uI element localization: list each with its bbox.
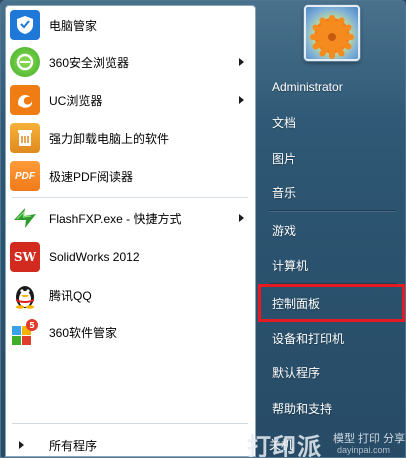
program-item-uninstaller[interactable]: 强力卸载电脑上的软件: [7, 121, 254, 155]
right-item-label: 帮助和支持: [272, 401, 333, 416]
program-item-uc-browser[interactable]: UC浏览器: [7, 83, 254, 117]
right-item-administrator[interactable]: Administrator: [267, 73, 399, 101]
qq-penguin-icon: [10, 280, 40, 310]
program-item-pc-manager[interactable]: 电脑管家: [7, 8, 254, 42]
submenu-arrow-icon[interactable]: [239, 214, 244, 222]
program-item-360-browser[interactable]: 360安全浏览器: [7, 45, 254, 79]
right-item-label: 设备和打印机: [272, 331, 345, 346]
program-item-qq[interactable]: 腾讯QQ: [7, 278, 254, 312]
all-programs-button[interactable]: 所有程序: [7, 433, 254, 457]
flashfxp-icon: [10, 203, 40, 233]
submenu-arrow-icon[interactable]: [239, 58, 244, 66]
right-item-label: 游戏: [272, 223, 297, 238]
watermark-logo-text: 打印派: [247, 434, 322, 458]
program-label: UC浏览器: [49, 93, 103, 108]
right-item-label: 图片: [272, 151, 297, 166]
expand-arrow-icon: [19, 441, 24, 449]
right-item-music[interactable]: 音乐: [267, 178, 399, 206]
program-item-solidworks[interactable]: SW SolidWorks 2012: [7, 240, 254, 274]
right-item-devices-printers[interactable]: 设备和打印机: [267, 324, 399, 352]
right-item-default-programs[interactable]: 默认程序: [267, 358, 399, 386]
pinned-programs-pane: 电脑管家 360安全浏览器 UC浏览器 强力卸载电脑上的软件 PDF 极速PDF…: [5, 5, 256, 457]
separator: [12, 423, 248, 424]
program-label: 强力卸载电脑上的软件: [49, 131, 170, 146]
right-item-label: Administrator: [272, 80, 343, 94]
right-item-label: 计算机: [272, 258, 309, 273]
browser-360-icon: [10, 47, 40, 77]
watermark: 打印派 模型 打印 分享 dayinpai.com: [247, 427, 406, 457]
program-item-360-software-manager[interactable]: 5 360软件管家: [7, 315, 254, 349]
right-item-help-support[interactable]: 帮助和支持: [267, 394, 399, 422]
control-panel-highlight-box: [258, 284, 405, 322]
right-item-label: 默认程序: [272, 365, 321, 380]
program-label: 腾讯QQ: [49, 288, 92, 303]
right-item-documents[interactable]: 文档: [267, 108, 399, 136]
program-item-flashfxp[interactable]: FlashFXP.exe - 快捷方式: [7, 201, 254, 235]
separator: [12, 197, 248, 198]
right-item-label: 文档: [272, 115, 297, 130]
program-label: SolidWorks 2012: [49, 250, 140, 264]
pdf-reader-icon: PDF: [10, 161, 40, 191]
program-label: FlashFXP.exe - 快捷方式: [49, 211, 182, 226]
user-avatar[interactable]: [304, 5, 360, 61]
program-label: 360软件管家: [49, 325, 118, 340]
program-label: 电脑管家: [49, 18, 98, 33]
watermark-tagline: 模型 打印 分享: [333, 433, 406, 445]
svg-text:5: 5: [29, 321, 35, 330]
program-label: 360安全浏览器: [49, 55, 130, 70]
software-manager-360-icon: 5: [10, 317, 40, 347]
start-menu: 电脑管家 360安全浏览器 UC浏览器 强力卸载电脑上的软件 PDF 极速PDF…: [0, 0, 406, 458]
right-item-label: 音乐: [272, 185, 297, 200]
right-item-computer[interactable]: 计算机: [267, 251, 399, 279]
submenu-arrow-icon[interactable]: [239, 96, 244, 104]
program-label: 极速PDF阅读器: [49, 169, 134, 184]
separator: [269, 210, 397, 211]
uninstall-icon: [10, 123, 40, 153]
shield-icon: [10, 10, 40, 40]
program-item-pdf-reader[interactable]: PDF 极速PDF阅读器: [7, 159, 254, 193]
all-programs-label: 所有程序: [49, 438, 98, 453]
right-item-games[interactable]: 游戏: [267, 216, 399, 244]
solidworks-icon: SW: [10, 242, 40, 272]
right-item-pictures[interactable]: 图片: [267, 144, 399, 172]
watermark-url: dayinpai.com: [337, 445, 391, 455]
uc-browser-icon: [10, 85, 40, 115]
